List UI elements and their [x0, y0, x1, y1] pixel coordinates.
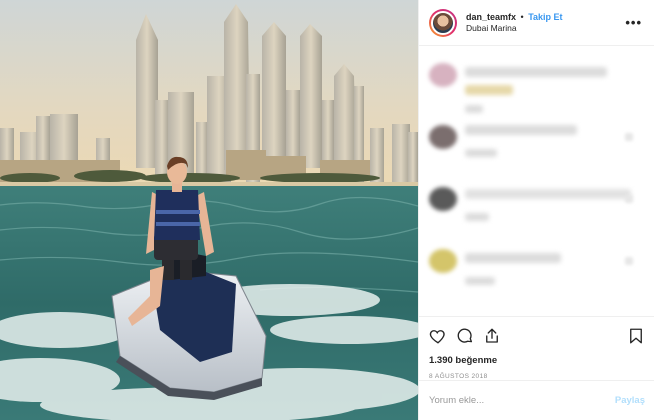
comment-text	[465, 125, 577, 135]
comment-meta	[465, 213, 489, 221]
username-link[interactable]: dan_teamfx	[466, 12, 516, 22]
comment-item	[427, 181, 647, 243]
comment-item	[427, 57, 647, 119]
add-comment-bar: Paylaş	[419, 380, 654, 420]
avatar[interactable]	[429, 8, 457, 37]
ellipsis-icon[interactable]: •••	[625, 15, 642, 30]
comment-text	[465, 189, 631, 199]
avatar-image	[431, 10, 455, 35]
share-icon[interactable]	[483, 327, 501, 345]
comment-avatar	[429, 63, 457, 87]
comment-avatar	[429, 249, 457, 273]
post-comment-button[interactable]: Paylaş	[615, 395, 645, 406]
comment-text	[465, 253, 561, 263]
heart-icon[interactable]	[429, 327, 447, 345]
comment-icon[interactable]	[456, 327, 474, 345]
location-link[interactable]: Dubai Marina	[466, 23, 625, 34]
post-header: dan_teamfx • Takip Et Dubai Marina •••	[419, 0, 654, 46]
user-info: dan_teamfx • Takip Et Dubai Marina	[466, 12, 625, 34]
bookmark-icon[interactable]	[627, 327, 645, 345]
comment-heart-icon[interactable]	[625, 133, 633, 141]
comment-list	[419, 47, 654, 315]
comment-text	[465, 67, 607, 77]
instagram-post: dan_teamfx • Takip Et Dubai Marina ••• 1…	[0, 0, 654, 420]
comment-item	[427, 119, 647, 181]
user-line: dan_teamfx • Takip Et	[466, 12, 625, 23]
comment-text	[465, 85, 513, 95]
comment-avatar	[429, 125, 457, 149]
post-photo[interactable]	[0, 0, 418, 420]
comment-heart-icon[interactable]	[625, 257, 633, 265]
comment-meta	[465, 105, 483, 113]
like-count[interactable]: 1.390 beğenme	[429, 355, 645, 366]
comment-heart-icon[interactable]	[625, 195, 633, 203]
comment-avatar	[429, 187, 457, 211]
comment-meta	[465, 277, 495, 285]
comment-input[interactable]	[429, 395, 615, 406]
post-actions: 1.390 beğenme 8 AĞUSTOS 2018	[419, 316, 654, 380]
post-date: 8 AĞUSTOS 2018	[429, 373, 488, 380]
follow-button[interactable]: Takip Et	[528, 12, 562, 22]
action-icons	[429, 325, 645, 347]
post-side-panel: dan_teamfx • Takip Et Dubai Marina ••• 1…	[418, 0, 654, 420]
jet-ski-photo	[0, 0, 418, 420]
separator-dot: •	[520, 11, 524, 22]
comment-meta	[465, 149, 497, 157]
comment-item	[427, 243, 647, 305]
